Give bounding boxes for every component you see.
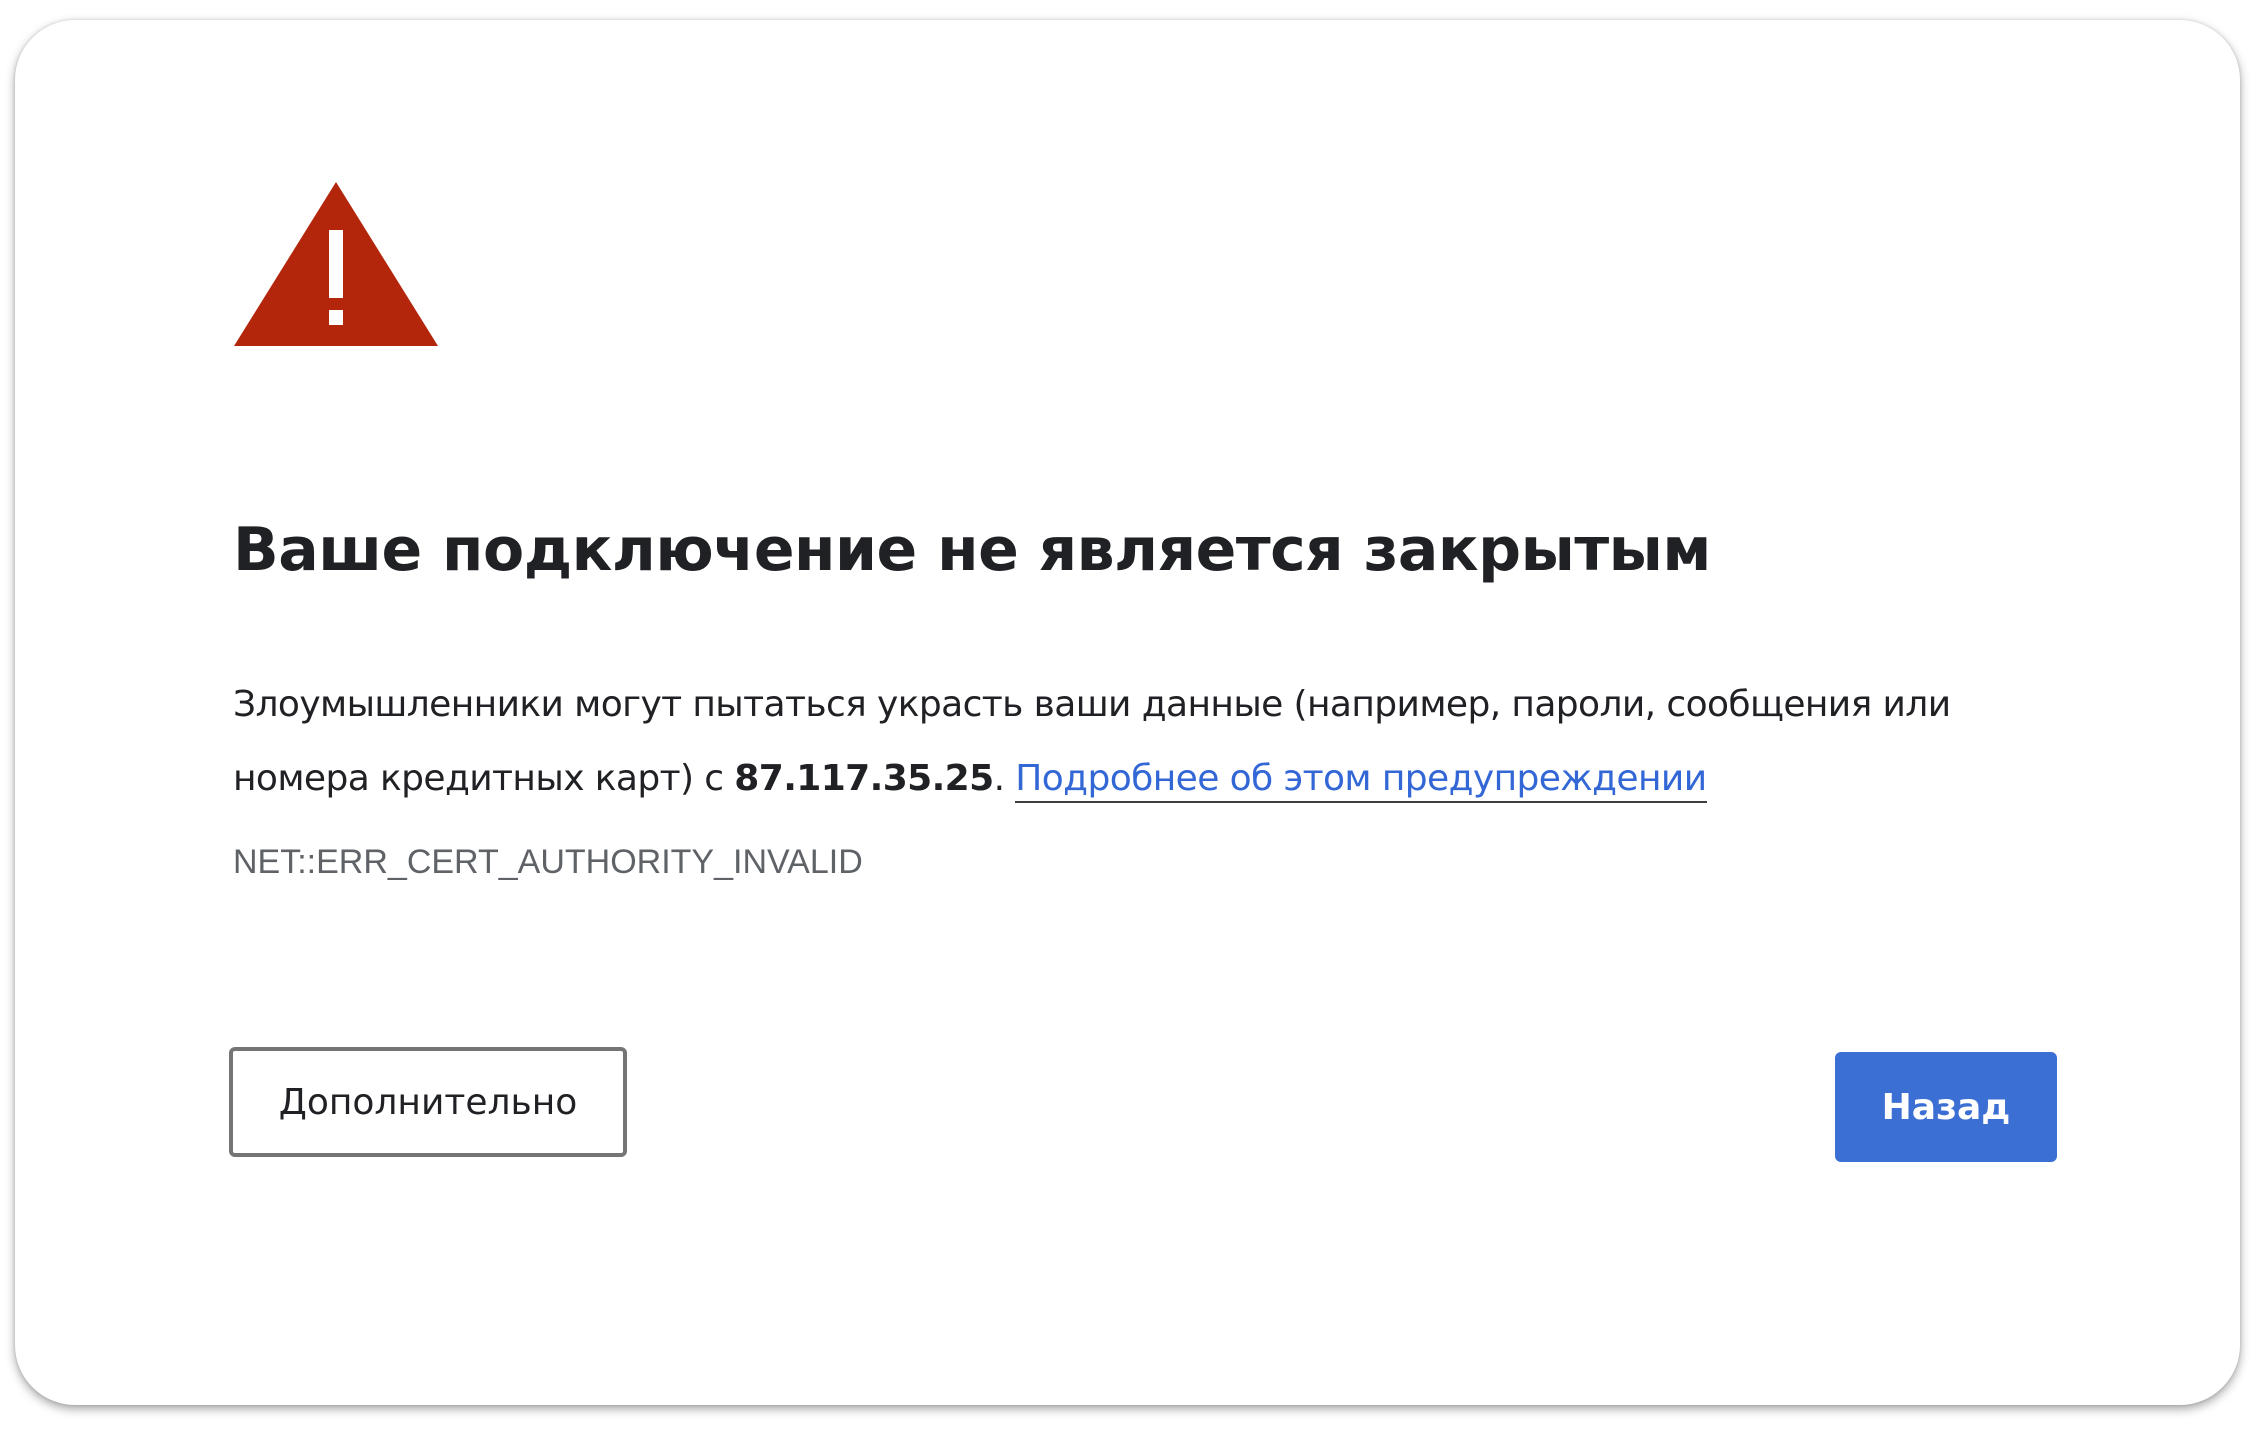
interstitial-content: Ваше подключение не является закрытым Зл…: [217, 20, 2077, 1405]
warning-triangle-icon: [234, 182, 438, 346]
message-line-2-suffix: .: [993, 758, 1016, 799]
learn-more-link[interactable]: Подробнее об этом предупреждении: [1015, 758, 1707, 803]
back-button[interactable]: Назад: [1835, 1052, 2057, 1162]
message-line-2: номера кредитных карт) с 87.117.35.25. П…: [233, 742, 2133, 816]
host-address: 87.117.35.25: [734, 758, 994, 799]
message-line-1: Злоумышленники могут пытаться украсть ва…: [233, 684, 1951, 725]
error-code: NET::ERR_CERT_AUTHORITY_INVALID: [233, 843, 863, 881]
message-line-2-prefix: номера кредитных карт) с: [233, 758, 735, 799]
advanced-button[interactable]: Дополнительно: [229, 1047, 627, 1157]
warning-message: Злоумышленники могут пытаться украсть ва…: [233, 668, 2133, 816]
page-title: Ваше подключение не является закрытым: [233, 515, 1711, 585]
interstitial-page: Ваше подключение не является закрытым Зл…: [15, 20, 2240, 1405]
